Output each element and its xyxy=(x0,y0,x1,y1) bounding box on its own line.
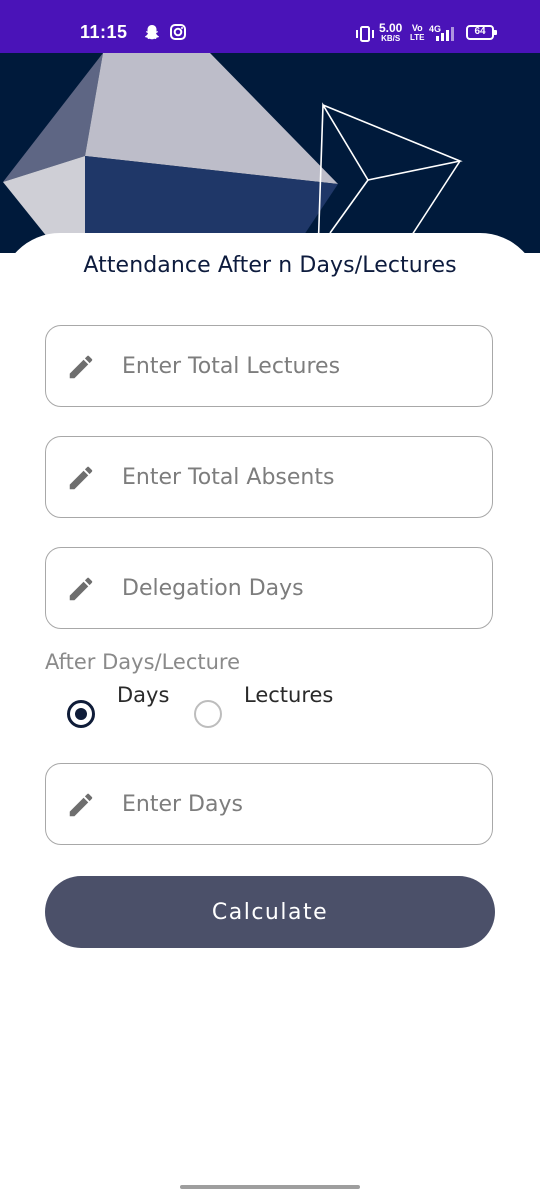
total-lectures-input[interactable] xyxy=(122,326,472,406)
calculate-button[interactable]: Calculate xyxy=(45,876,495,948)
home-indicator[interactable] xyxy=(180,1185,360,1189)
total-lectures-field[interactable] xyxy=(45,325,493,407)
battery-icon: 64 xyxy=(466,25,497,40)
enter-days-field[interactable] xyxy=(45,763,493,845)
abstract-shapes-illustration xyxy=(3,53,463,253)
pencil-icon xyxy=(69,577,93,601)
battery-level: 64 xyxy=(474,26,486,37)
page-title: Attendance After n Days/Lectures xyxy=(83,253,457,278)
instagram-icon xyxy=(170,24,186,40)
total-absents-input[interactable] xyxy=(122,437,472,517)
vibrate-icon xyxy=(356,26,374,42)
radio-days-label[interactable]: Days xyxy=(117,683,169,707)
volte-top: Vo xyxy=(411,23,423,33)
status-bar: 11:15 5.00 KB/S Vo LTE 4G 64 xyxy=(0,0,540,53)
volte-indicator: Vo LTE xyxy=(410,23,425,43)
delegation-days-input[interactable] xyxy=(122,548,472,628)
status-time: 11:15 xyxy=(80,22,128,42)
header-banner xyxy=(0,53,540,253)
after-days-lecture-label: After Days/Lecture xyxy=(45,650,241,674)
pencil-icon xyxy=(69,355,93,379)
volte-bottom: LTE xyxy=(410,33,425,42)
pencil-icon xyxy=(69,466,93,490)
radio-days[interactable] xyxy=(67,700,95,728)
pencil-icon xyxy=(69,793,93,817)
delegation-days-field[interactable] xyxy=(45,547,493,629)
enter-days-input[interactable] xyxy=(122,764,472,844)
signal-icon xyxy=(436,27,454,41)
snapchat-icon xyxy=(145,25,159,40)
speed-value: 5.00 xyxy=(379,21,403,35)
network-speed: 5.00 KB/S xyxy=(379,21,403,44)
total-absents-field[interactable] xyxy=(45,436,493,518)
radio-lectures-label[interactable]: Lectures xyxy=(244,683,333,707)
speed-unit: KB/S xyxy=(381,34,401,43)
radio-lectures[interactable] xyxy=(194,700,222,728)
